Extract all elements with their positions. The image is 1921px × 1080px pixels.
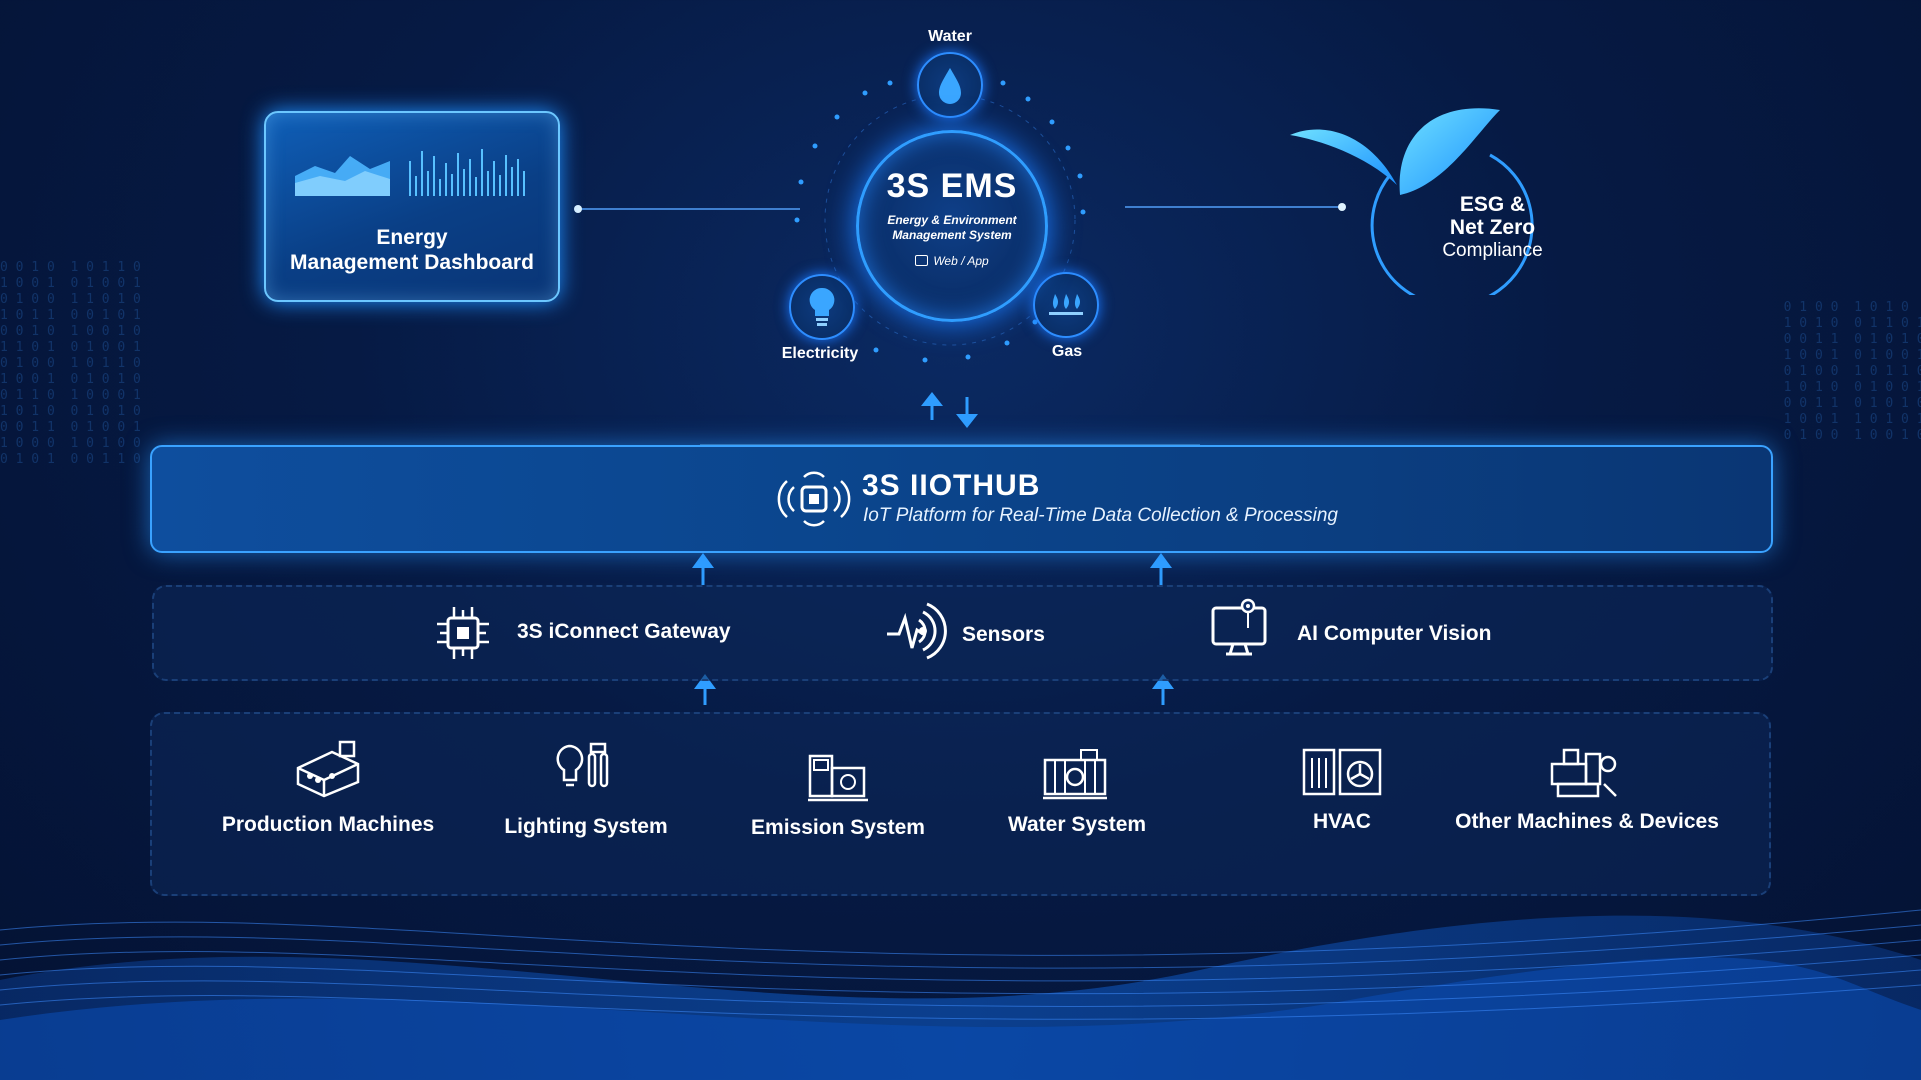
emission-label: Emission System <box>751 816 925 839</box>
chip-icon <box>437 607 489 659</box>
water-drop-icon <box>939 68 961 104</box>
dashboard-title-line1: Energy <box>376 226 448 249</box>
water-label: Water <box>928 28 972 45</box>
esg-line1: ESG & <box>1459 193 1526 216</box>
esg-label: ESG & Net Zero Compliance <box>1400 193 1585 262</box>
water-node <box>917 52 983 118</box>
gas-label: Gas <box>1051 343 1083 360</box>
lighting-label: Lighting System <box>504 815 668 838</box>
production-machine-icon <box>296 740 360 798</box>
gas-flame-icon <box>1049 294 1083 315</box>
light-bulb-icon <box>809 287 835 326</box>
monitor-icon <box>915 255 929 266</box>
dashboard-title-line2: Management Dashboard <box>290 251 534 274</box>
emission-icon <box>808 754 868 802</box>
gas-node <box>1033 272 1099 338</box>
lamp-icon <box>556 742 609 788</box>
vision-label: AI Computer Vision <box>1297 622 1492 645</box>
hub-subtitle: IoT Platform for Real-Time Data Collecti… <box>863 505 1338 526</box>
energy-dashboard-card: Energy Management Dashboard <box>264 111 560 302</box>
ems-web-app: Web / App <box>859 254 1045 268</box>
ems-subtitle-line2: Management System <box>892 228 1012 242</box>
hvac-label: HVAC <box>1313 810 1371 833</box>
camera-monitor-icon <box>1211 598 1267 656</box>
esg-line3: Compliance <box>1442 240 1543 261</box>
ems-subtitle-line1: Energy & Environment <box>887 213 1017 227</box>
devices-layer <box>150 712 1771 896</box>
sensor-wave-icon <box>887 602 947 660</box>
ems-web-app-label: Web / App <box>933 254 989 268</box>
dashboard-chart-icon <box>295 149 525 196</box>
water-system-label: Water System <box>1007 813 1147 836</box>
ems-title: 3S EMS <box>886 167 1018 205</box>
production-label: Production Machines <box>221 813 435 836</box>
hub-title: 3S IIOTHUB <box>862 469 1041 502</box>
water-system-icon <box>1043 749 1107 800</box>
other-machines-label: Other Machines & Devices <box>1455 810 1719 833</box>
dashboard-title: Energy Management Dashboard <box>266 225 558 275</box>
other-machine-icon <box>1550 748 1617 798</box>
gateway-label: 3S iConnect Gateway <box>517 620 731 643</box>
esg-line2: Net Zero <box>1449 216 1536 239</box>
electricity-node <box>789 274 855 340</box>
ems-core: 3S EMS Energy & Environment Management S… <box>856 130 1048 322</box>
sensors-label: Sensors <box>962 623 1045 646</box>
iot-signal-icon <box>777 471 851 527</box>
iiothub-bar: 3S IIOTHUB IoT Platform for Real-Time Da… <box>150 445 1773 553</box>
electricity-label: Electricity <box>781 345 859 362</box>
ems-subtitle: Energy & Environment Management System <box>859 213 1045 243</box>
hvac-icon <box>1302 748 1382 796</box>
